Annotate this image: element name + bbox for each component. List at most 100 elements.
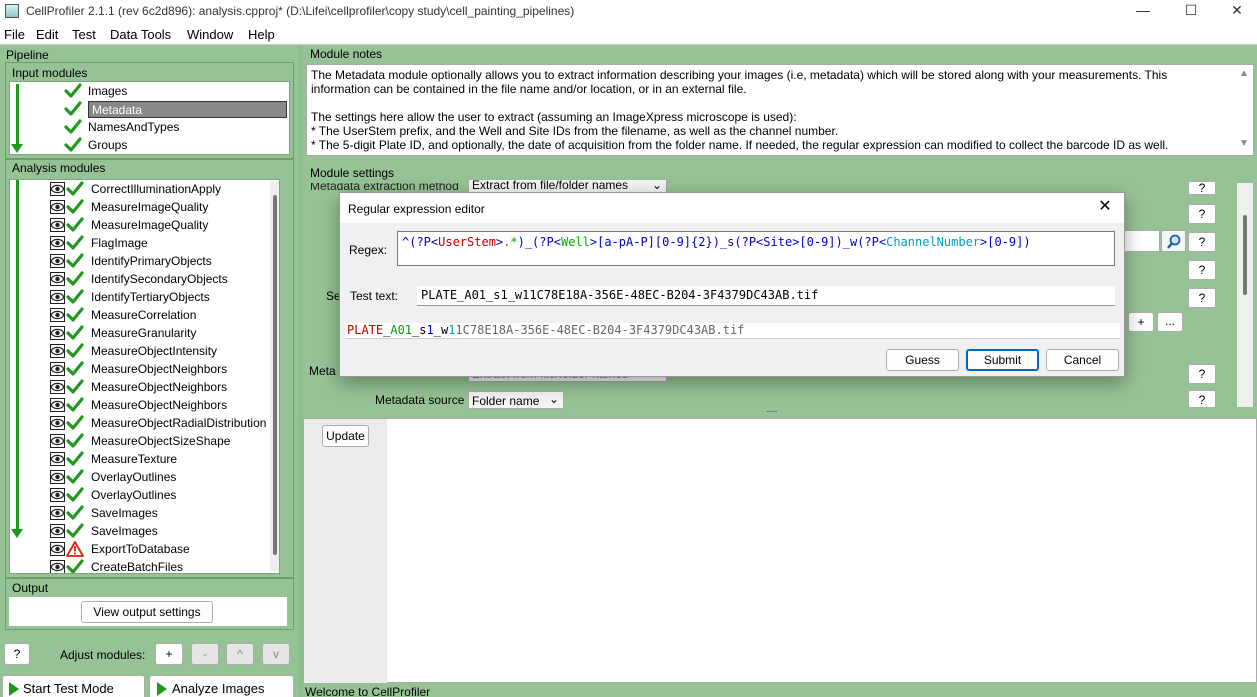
check-icon[interactable]	[64, 119, 82, 135]
check-icon[interactable]	[66, 307, 84, 323]
eye-icon[interactable]	[50, 542, 65, 556]
analysis-module-row[interactable]: MeasureObjectIntensity	[10, 342, 279, 360]
analysis-module-row[interactable]: MeasureObjectSizeShape	[10, 432, 279, 450]
check-icon[interactable]	[66, 235, 84, 251]
add-module-button[interactable]: +	[155, 643, 183, 665]
analysis-module-row[interactable]: ExportToDatabase	[10, 540, 279, 558]
check-icon[interactable]	[66, 451, 84, 467]
check-icon[interactable]	[66, 379, 84, 395]
check-icon[interactable]	[66, 559, 84, 573]
analysis-module-row[interactable]: MeasureImageQuality	[10, 216, 279, 234]
settings-scrollbar[interactable]	[1237, 183, 1253, 407]
check-icon[interactable]	[66, 523, 84, 539]
check-icon[interactable]	[66, 325, 84, 341]
eye-icon[interactable]	[50, 362, 65, 376]
eye-icon[interactable]	[50, 398, 65, 412]
check-icon[interactable]	[64, 137, 82, 153]
help-button[interactable]: ?	[4, 643, 30, 665]
eye-icon[interactable]	[50, 344, 65, 358]
analysis-module-row[interactable]: MeasureCorrelation	[10, 306, 279, 324]
splitter-sash[interactable]: ......	[303, 404, 1257, 417]
analysis-module-row[interactable]: CorrectIlluminationApply	[10, 180, 279, 198]
guess-button[interactable]: Guess	[886, 349, 959, 371]
eye-icon[interactable]	[50, 416, 65, 430]
input-module-row[interactable]: Images	[10, 82, 289, 100]
menu-data-tools[interactable]: Data Tools	[110, 27, 171, 42]
more-button[interactable]: ...	[1157, 312, 1183, 332]
eye-icon[interactable]	[50, 506, 65, 520]
eye-icon[interactable]	[50, 308, 65, 322]
help-button[interactable]: ?	[1188, 204, 1216, 224]
analysis-module-row[interactable]: MeasureObjectNeighbors	[10, 396, 279, 414]
menu-window[interactable]: Window	[187, 27, 233, 42]
check-icon[interactable]	[66, 397, 84, 413]
eye-icon[interactable]	[50, 470, 65, 484]
remove-module-button[interactable]: -	[191, 643, 219, 665]
scroll-up-arrow-icon[interactable]: ▲	[1239, 68, 1249, 79]
menu-file[interactable]: File	[4, 27, 25, 42]
analysis-module-row[interactable]: IdentifyTertiaryObjects	[10, 288, 279, 306]
check-icon[interactable]	[66, 415, 84, 431]
help-button[interactable]: ?	[1188, 364, 1216, 384]
analysis-module-row[interactable]: MeasureGranularity	[10, 324, 279, 342]
analysis-module-row[interactable]: OverlayOutlines	[10, 486, 279, 504]
analysis-module-row[interactable]: MeasureObjectRadialDistribution	[10, 414, 279, 432]
submit-button[interactable]: Submit	[966, 349, 1039, 371]
input-module-row[interactable]: Metadata	[10, 100, 289, 118]
scrollbar-thumb[interactable]	[1243, 215, 1247, 295]
analysis-module-row[interactable]: MeasureTexture	[10, 450, 279, 468]
regex-editor-button[interactable]	[1161, 230, 1186, 252]
scroll-down-arrow-icon[interactable]: ▼	[1239, 138, 1249, 149]
regex-input[interactable]: ^(?P<UserStem>.*)_(?P<Well>[a-pA-P][0-9]…	[397, 231, 1115, 266]
analysis-module-row[interactable]: SaveImages	[10, 522, 279, 540]
check-icon[interactable]	[66, 505, 84, 521]
menu-edit[interactable]: Edit	[36, 27, 58, 42]
regex-field-background[interactable]	[1120, 230, 1160, 252]
sash-grip[interactable]: ......	[766, 404, 778, 415]
check-icon[interactable]	[66, 433, 84, 449]
eye-icon[interactable]	[50, 182, 65, 196]
help-button[interactable]: ?	[1188, 232, 1216, 252]
test-text-input[interactable]: PLATE_A01_s1_w11C78E18A-356E-48EC-B204-3…	[417, 286, 1115, 306]
check-icon[interactable]	[66, 253, 84, 269]
eye-icon[interactable]	[50, 452, 65, 466]
help-button[interactable]: ?	[1188, 181, 1216, 195]
eye-icon[interactable]	[50, 200, 65, 214]
eye-icon[interactable]	[50, 488, 65, 502]
eye-icon[interactable]	[50, 524, 65, 538]
cancel-button[interactable]: Cancel	[1046, 349, 1119, 371]
menu-help[interactable]: Help	[248, 27, 275, 42]
analysis-module-row[interactable]: MeasureObjectNeighbors	[10, 360, 279, 378]
analysis-module-row[interactable]: IdentifySecondaryObjects	[10, 270, 279, 288]
close-icon[interactable]: ✕	[1094, 198, 1116, 218]
eye-icon[interactable]	[50, 290, 65, 304]
input-module-row[interactable]: NamesAndTypes	[10, 118, 289, 136]
check-icon[interactable]	[64, 83, 82, 99]
check-icon[interactable]	[64, 101, 82, 117]
input-module-row[interactable]: Groups	[10, 136, 289, 154]
analysis-module-row[interactable]: FlagImage	[10, 234, 279, 252]
analysis-list-scrollbar[interactable]	[270, 181, 279, 572]
move-up-button[interactable]: ^	[226, 643, 254, 665]
help-button[interactable]: ?	[1188, 390, 1216, 408]
eye-icon[interactable]	[50, 254, 65, 268]
analysis-module-row[interactable]: MeasureImageQuality	[10, 198, 279, 216]
eye-icon[interactable]	[50, 380, 65, 394]
update-button[interactable]: Update	[322, 425, 369, 447]
metadata-source-dropdown[interactable]: Folder name ⌄	[468, 391, 564, 409]
start-test-mode-button[interactable]: Start Test Mode	[2, 675, 145, 697]
scrollbar-thumb[interactable]	[273, 195, 277, 555]
eye-icon[interactable]	[50, 560, 65, 573]
eye-icon[interactable]	[50, 326, 65, 340]
close-window-button[interactable]: ✕	[1214, 0, 1257, 22]
analysis-module-row[interactable]: IdentifyPrimaryObjects	[10, 252, 279, 270]
analysis-module-row[interactable]: MeasureObjectNeighbors	[10, 378, 279, 396]
analysis-module-row[interactable]: OverlayOutlines	[10, 468, 279, 486]
eye-icon[interactable]	[50, 272, 65, 286]
check-icon[interactable]	[66, 271, 84, 287]
check-icon[interactable]	[66, 487, 84, 503]
eye-icon[interactable]	[50, 218, 65, 232]
notes-scrollbar[interactable]: ▲ ▼	[1237, 66, 1251, 154]
check-icon[interactable]	[66, 469, 84, 485]
help-button[interactable]: ?	[1188, 288, 1216, 308]
